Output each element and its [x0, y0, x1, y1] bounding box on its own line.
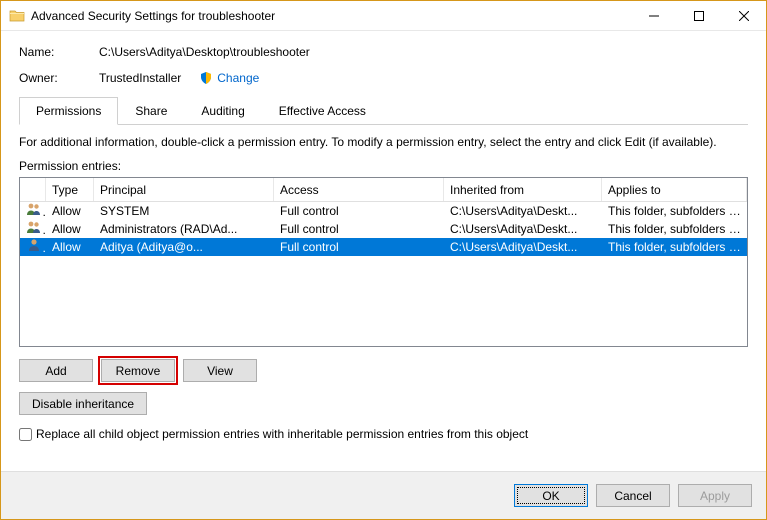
- change-owner-link[interactable]: Change: [199, 71, 259, 85]
- col-access[interactable]: Access: [274, 178, 444, 201]
- folder-icon: [9, 8, 25, 24]
- tab-effective-access[interactable]: Effective Access: [262, 97, 383, 124]
- window-title: Advanced Security Settings for troublesh…: [31, 9, 631, 23]
- row-inherited: C:\Users\Aditya\Deskt...: [444, 238, 602, 256]
- ok-button[interactable]: OK: [514, 484, 588, 507]
- grid-header: Type Principal Access Inherited from App…: [20, 178, 747, 202]
- row-icon: [20, 202, 46, 220]
- add-button[interactable]: Add: [19, 359, 93, 382]
- row-access: Full control: [274, 202, 444, 220]
- dialog-footer: OK Cancel Apply: [1, 471, 766, 519]
- table-row[interactable]: AllowAditya (Aditya@o...Full controlC:\U…: [20, 238, 747, 256]
- row-principal: Administrators (RAD\Ad...: [94, 220, 274, 238]
- tab-permissions[interactable]: Permissions: [19, 97, 118, 125]
- close-button[interactable]: [721, 1, 766, 30]
- minimize-button[interactable]: [631, 1, 676, 30]
- name-label: Name:: [19, 45, 99, 59]
- shield-icon: [199, 71, 213, 85]
- col-icon[interactable]: [20, 178, 46, 201]
- entries-label: Permission entries:: [19, 159, 748, 173]
- cancel-button[interactable]: Cancel: [596, 484, 670, 507]
- replace-child-checkbox[interactable]: [19, 428, 32, 441]
- replace-child-label[interactable]: Replace all child object permission entr…: [36, 427, 528, 441]
- row-applies: This folder, subfolders and files: [602, 202, 747, 220]
- col-type[interactable]: Type: [46, 178, 94, 201]
- row-applies: This folder, subfolders and files: [602, 220, 747, 238]
- col-inherited[interactable]: Inherited from: [444, 178, 602, 201]
- owner-value: TrustedInstaller: [99, 71, 181, 85]
- grid-body: AllowSYSTEMFull controlC:\Users\Aditya\D…: [20, 202, 747, 256]
- titlebar: Advanced Security Settings for troublesh…: [1, 1, 766, 31]
- table-row[interactable]: AllowAdministrators (RAD\Ad...Full contr…: [20, 220, 747, 238]
- change-link-text: Change: [217, 71, 259, 85]
- maximize-button[interactable]: [676, 1, 721, 30]
- tabs: Permissions Share Auditing Effective Acc…: [19, 97, 748, 125]
- tab-auditing[interactable]: Auditing: [184, 97, 261, 124]
- view-button[interactable]: View: [183, 359, 257, 382]
- table-row[interactable]: AllowSYSTEMFull controlC:\Users\Aditya\D…: [20, 202, 747, 220]
- col-principal[interactable]: Principal: [94, 178, 274, 201]
- row-inherited: C:\Users\Aditya\Deskt...: [444, 220, 602, 238]
- row-icon: [20, 220, 46, 238]
- content-area: Name: C:\Users\Aditya\Desktop\troublesho…: [1, 31, 766, 441]
- owner-label: Owner:: [19, 71, 99, 85]
- permissions-grid[interactable]: Type Principal Access Inherited from App…: [19, 177, 748, 347]
- row-type: Allow: [46, 202, 94, 220]
- tab-share[interactable]: Share: [118, 97, 184, 124]
- disable-inheritance-button[interactable]: Disable inheritance: [19, 392, 147, 415]
- row-type: Allow: [46, 220, 94, 238]
- apply-button[interactable]: Apply: [678, 484, 752, 507]
- row-applies: This folder, subfolders and files: [602, 238, 747, 256]
- row-principal: Aditya (Aditya@o...: [94, 238, 274, 256]
- row-principal: SYSTEM: [94, 202, 274, 220]
- name-value: C:\Users\Aditya\Desktop\troubleshooter: [99, 45, 310, 59]
- col-applies[interactable]: Applies to: [602, 178, 747, 201]
- remove-button[interactable]: Remove: [101, 359, 175, 382]
- row-access: Full control: [274, 220, 444, 238]
- row-inherited: C:\Users\Aditya\Deskt...: [444, 202, 602, 220]
- row-type: Allow: [46, 238, 94, 256]
- row-access: Full control: [274, 238, 444, 256]
- row-icon: [20, 238, 46, 256]
- info-text: For additional information, double-click…: [19, 135, 748, 149]
